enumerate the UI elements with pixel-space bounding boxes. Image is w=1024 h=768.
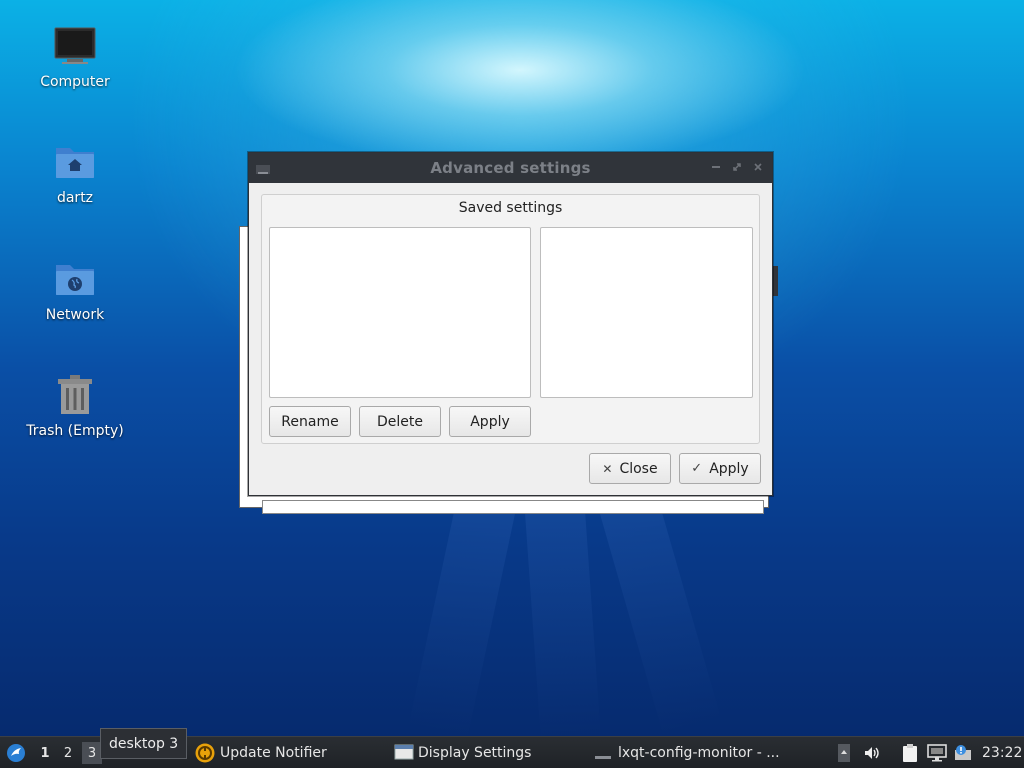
group-title: Saved settings — [458, 200, 563, 216]
task-label: Update Notifier — [220, 745, 327, 761]
network-wired-icon — [927, 744, 947, 762]
close-x-icon: ✕ — [602, 461, 613, 476]
lubuntu-logo-icon — [7, 744, 25, 762]
minimize-icon[interactable] — [710, 161, 722, 173]
volume-icon — [865, 747, 879, 759]
desktop-icon-label: Trash (Empty) — [26, 423, 124, 439]
tray-expand-button[interactable] — [836, 737, 852, 768]
chevron-up-icon — [838, 744, 850, 762]
apply-button-label: Apply — [709, 460, 749, 477]
home-folder-icon — [51, 138, 99, 186]
settings-detail-list[interactable] — [540, 227, 753, 398]
network-status-button[interactable] — [926, 737, 948, 768]
update-tray-button[interactable] — [952, 737, 974, 768]
desktop-switch-3[interactable]: 3 — [82, 742, 102, 764]
dialog-title: Advanced settings — [430, 159, 591, 177]
desktop-icon-label: dartz — [56, 190, 94, 206]
desktop-icon-label: Network — [45, 307, 105, 323]
desktop-icon-trash[interactable]: Trash (Empty) — [20, 371, 130, 439]
clock[interactable]: 23:22 — [982, 737, 1022, 768]
task-lxqt-config-monitor[interactable]: lxqt-config-monitor - ... — [594, 737, 780, 768]
volume-button[interactable] — [862, 737, 882, 768]
window-app-icon[interactable] — [255, 164, 271, 176]
close-window-icon[interactable] — [752, 161, 764, 173]
display-settings-icon — [394, 744, 414, 760]
task-display-settings[interactable]: Display Settings — [394, 737, 531, 768]
desktop-icon-computer[interactable]: Computer — [20, 22, 130, 90]
apply-saved-button[interactable]: Apply — [449, 406, 531, 437]
checkmark-icon: ✓ — [691, 461, 703, 476]
computer-icon — [51, 22, 99, 70]
desktop-icon-network[interactable]: Network — [20, 255, 130, 323]
saved-settings-group: Saved settings Rename Delete Apply — [261, 194, 760, 444]
desktop-tooltip: desktop 3 — [100, 728, 188, 759]
task-label: lxqt-config-monitor - ... — [618, 745, 780, 761]
restore-icon[interactable] — [731, 161, 743, 173]
terminal-app-icon — [595, 756, 611, 759]
desktop-switch-1[interactable]: 1 — [35, 742, 55, 764]
network-folder-icon — [51, 255, 99, 303]
clipboard-button[interactable] — [900, 737, 920, 768]
background-window — [262, 500, 764, 514]
trash-icon — [51, 371, 99, 419]
desktop-icon-label: Computer — [40, 74, 110, 90]
close-button-label: Close — [619, 460, 658, 477]
delete-button[interactable]: Delete — [359, 406, 441, 437]
desktop-switch-2[interactable]: 2 — [58, 742, 78, 764]
clipboard-icon — [903, 744, 917, 762]
close-button[interactable]: ✕ Close — [589, 453, 671, 484]
rename-button[interactable]: Rename — [269, 406, 351, 437]
update-notifier-icon — [195, 743, 215, 763]
task-label: Display Settings — [418, 745, 532, 761]
dialog-titlebar[interactable]: Advanced settings — [249, 153, 772, 183]
start-menu-button[interactable] — [4, 737, 28, 768]
advanced-settings-dialog: Advanced settings Saved settings Rename … — [248, 152, 773, 496]
apply-button[interactable]: ✓ Apply — [679, 453, 761, 484]
saved-settings-list[interactable] — [269, 227, 531, 398]
update-available-icon — [955, 745, 971, 760]
task-update-notifier[interactable]: Update Notifier — [194, 737, 327, 768]
desktop-icon-home-folder[interactable]: dartz — [20, 138, 130, 206]
